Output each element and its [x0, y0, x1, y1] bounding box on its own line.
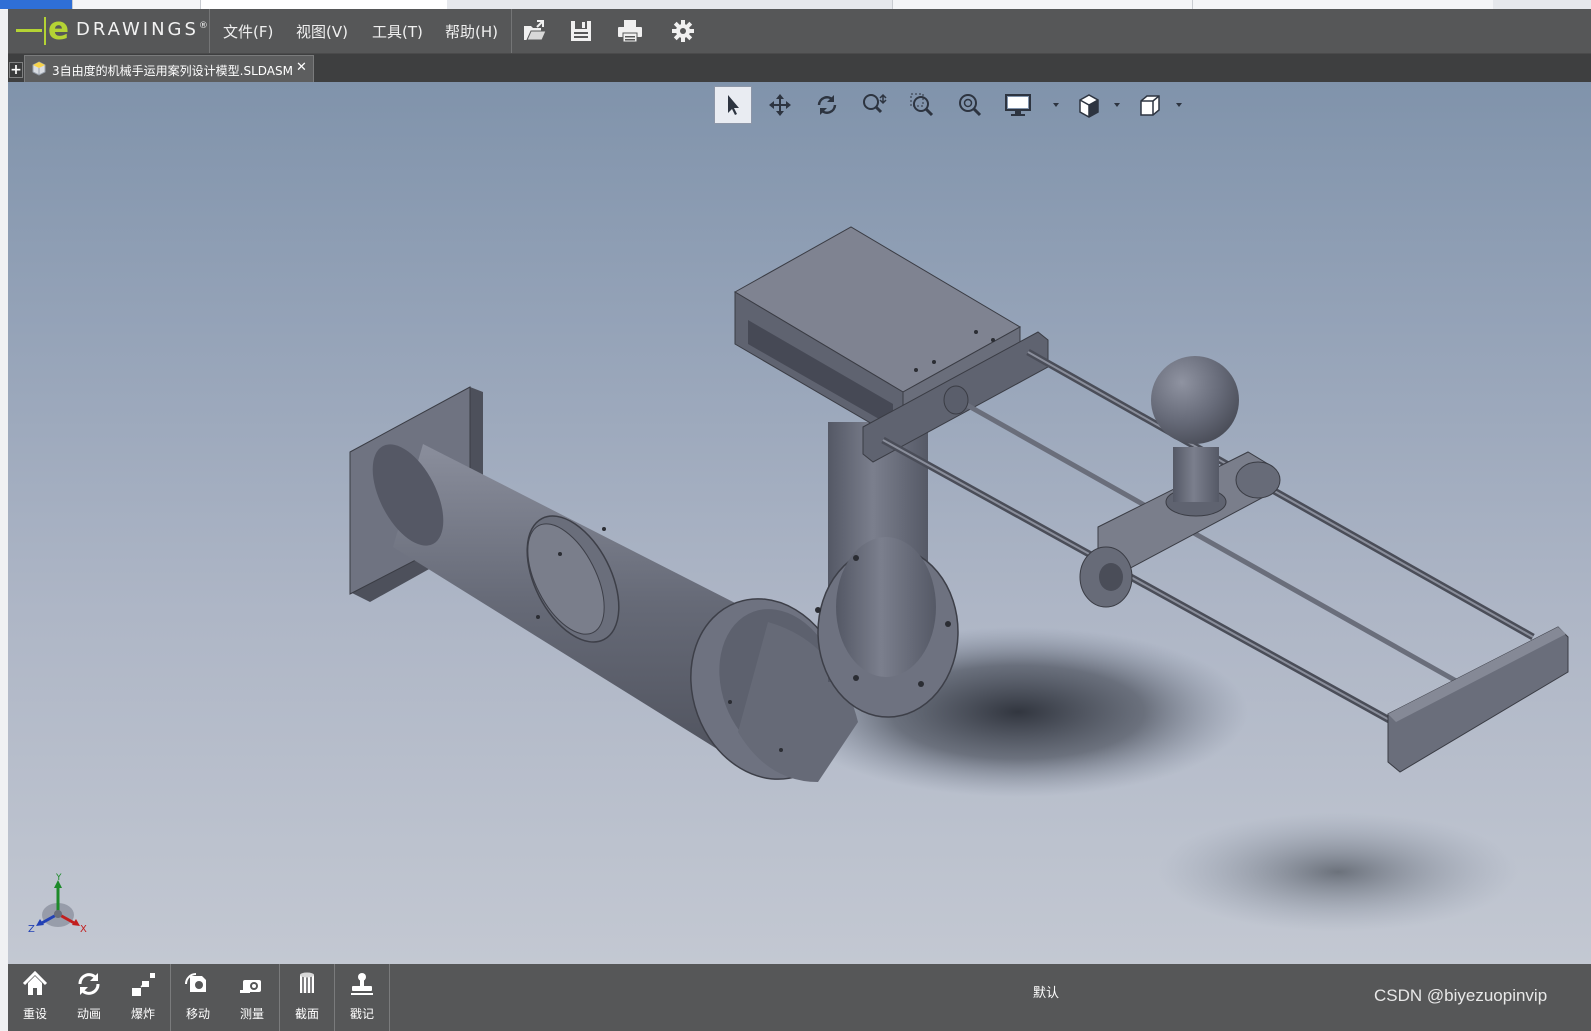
coordinate-triad: Y Z X — [28, 873, 87, 935]
document-tab[interactable]: 3自由度的机械手运用案列设计模型.SLDASM ✕ — [24, 55, 314, 82]
os-tab-strip-segment — [72, 0, 201, 9]
select-arrow-icon — [728, 95, 739, 115]
logo-bar-mark — [44, 17, 46, 45]
pan-tool-button[interactable] — [761, 86, 799, 124]
rotate-icon — [817, 95, 837, 115]
animate-icon — [78, 973, 100, 995]
move-component-icon — [185, 973, 206, 992]
menu-separator — [511, 9, 512, 53]
view-orientation-dropdown[interactable] — [1114, 103, 1120, 107]
display-style-icon — [1005, 94, 1031, 116]
model-shadow — [1158, 812, 1518, 932]
zoom-icon — [863, 93, 887, 114]
save-button[interactable] — [565, 15, 597, 47]
configuration-status[interactable]: 默认 — [1033, 982, 1059, 1001]
print-icon — [618, 20, 642, 43]
watermark-text: CSDN @biyezuopinvip — [1374, 986, 1548, 1005]
edrawings-window: e DRAWINGS® 文件(F) 视图(V) 工具(T) 帮助(H) + 3自… — [8, 9, 1591, 1031]
standard-view-dropdown[interactable] — [1176, 103, 1182, 107]
measure-icon — [240, 980, 261, 993]
new-tab-button[interactable]: + — [9, 62, 23, 78]
document-tab-bar: + 3自由度的机械手运用案列设计模型.SLDASM ✕ — [8, 54, 1591, 82]
os-active-tab-strip — [0, 0, 72, 9]
reset-label: 重设 — [22, 1007, 47, 1021]
move-component-button[interactable]: 移动 — [171, 968, 225, 1026]
explode-label: 爆炸 — [130, 1007, 155, 1021]
animate-button[interactable]: 动画 — [62, 968, 116, 1026]
zoom-fit-button[interactable] — [951, 86, 989, 124]
zoom-to-fit-icon — [959, 94, 982, 117]
pan-move-icon — [769, 94, 791, 116]
close-tab-button[interactable]: ✕ — [296, 60, 307, 75]
stamp-label: 戳记 — [349, 1007, 374, 1021]
zoom-area-button[interactable] — [903, 86, 941, 124]
save-icon — [571, 21, 591, 41]
rotate-tool-button[interactable] — [808, 86, 846, 124]
open-folder-icon — [524, 20, 547, 41]
document-tab-title: 3自由度的机械手运用案列设计模型.SLDASM — [52, 64, 293, 78]
reset-button[interactable]: 重设 — [8, 968, 62, 1026]
triad-x-label: X — [80, 924, 87, 935]
display-style-dropdown[interactable] — [1053, 103, 1059, 107]
display-style-button[interactable] — [999, 86, 1037, 124]
assembly-file-icon — [32, 61, 46, 76]
logo-text: DRAWINGS® — [76, 19, 211, 40]
stamp-button[interactable]: 戳记 — [335, 968, 389, 1026]
bottom-toolbar: 重设 动画 爆炸 移动 测量 截面 戳记 默认 CSDN @biyezuopin… — [8, 964, 1591, 1031]
home-reset-icon — [22, 970, 48, 995]
os-title-strip — [0, 0, 1591, 9]
zoom-to-area-icon — [910, 93, 934, 117]
zoom-tool-button[interactable] — [855, 86, 893, 124]
menu-file[interactable]: 文件(F) — [223, 21, 273, 42]
logo-letter: e — [48, 11, 70, 47]
menu-bar: e DRAWINGS® 文件(F) 视图(V) 工具(T) 帮助(H) — [8, 9, 1591, 54]
view-orientation-icon — [1079, 94, 1099, 118]
menu-help[interactable]: 帮助(H) — [445, 21, 498, 42]
os-tab-strip-segment — [1192, 0, 1493, 9]
os-tab-strip-segment — [892, 0, 1193, 9]
horizontal-pipe — [372, 444, 743, 762]
section-icon — [300, 972, 314, 993]
explode-icon — [132, 973, 155, 996]
measure-button[interactable]: 测量 — [225, 968, 279, 1026]
bottom-toolbar-separator — [389, 964, 390, 1031]
menu-tools[interactable]: 工具(T) — [372, 21, 423, 42]
stamp-icon — [351, 973, 373, 995]
logo-wordmark: DRAWINGS — [76, 19, 199, 40]
standard-view-button[interactable] — [1131, 86, 1169, 124]
measure-label: 测量 — [239, 1007, 264, 1021]
section-button[interactable]: 截面 — [280, 968, 334, 1026]
edrawings-logo: e DRAWINGS® — [14, 11, 210, 51]
menu-view[interactable]: 视图(V) — [296, 21, 348, 42]
explode-button[interactable]: 爆炸 — [116, 968, 170, 1026]
settings-button[interactable] — [667, 15, 699, 47]
view-toolbar — [713, 86, 1193, 126]
open-button[interactable] — [519, 15, 551, 47]
section-label: 截面 — [294, 1007, 319, 1021]
menu-separator — [209, 9, 210, 53]
standard-view-cube-icon — [1140, 95, 1160, 116]
3d-viewport[interactable]: Y Z X — [8, 82, 1591, 964]
view-orientation-button[interactable] — [1070, 86, 1108, 124]
move-component-label: 移动 — [185, 1007, 210, 1021]
os-tab-strip-segment — [200, 0, 447, 9]
print-button[interactable] — [614, 15, 646, 47]
settings-gear-icon — [672, 20, 694, 42]
animate-label: 动画 — [76, 1007, 101, 1021]
triad-z-label: Z — [28, 924, 35, 935]
triad-y-label: Y — [55, 873, 62, 883]
logo-arrow-mark — [16, 29, 42, 32]
select-tool-button[interactable] — [714, 86, 752, 124]
window-left-edge — [0, 9, 8, 1031]
model-render — [349, 226, 1569, 932]
